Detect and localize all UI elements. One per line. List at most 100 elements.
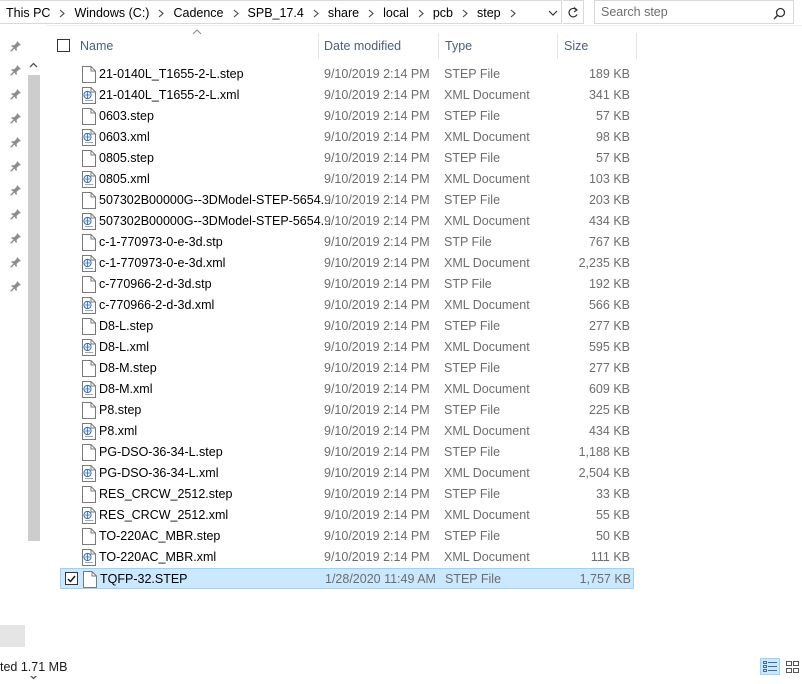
scroll-up-button[interactable] [27,58,40,72]
file-size: 111 KB [590,550,630,564]
file-name[interactable]: 0603.step [99,106,154,127]
file-name[interactable]: TQFP-32.STEP [100,569,188,590]
breadcrumb-item[interactable]: local [381,6,411,20]
file-name[interactable]: 507302B00000G--3DModel-STEP-5654... [99,211,331,232]
breadcrumb-item[interactable]: share [326,6,361,20]
file-row[interactable]: TO-220AC_MBR.xml 9/10/2019 2:14 PM XML Doc… [60,547,634,568]
file-name[interactable]: D8-M.step [99,358,157,379]
column-name[interactable]: Name [80,33,318,59]
pin-icon[interactable] [10,88,22,100]
file-row[interactable]: PG-DSO-36-34-L.xml 9/10/2019 2:14 PM XML D… [60,463,634,484]
pin-icon[interactable] [10,64,22,76]
file-row[interactable]: RES_CRCW_2512.step 9/10/2019 2:14 PM STEP … [60,484,634,505]
breadcrumb-item[interactable]: This PC [4,6,52,20]
file-row[interactable]: 0805.step 9/10/2019 2:14 PM STEP File 57 KB [60,148,634,169]
file-name[interactable]: TO-220AC_MBR.step [99,526,220,547]
file-row[interactable]: 21-0140L_T1655-2-L.xml 9/10/2019 2:14 PM X… [60,85,634,106]
search-input[interactable] [595,1,771,23]
file-row[interactable]: D8-M.step 9/10/2019 2:14 PM STEP File 277 K… [60,358,634,379]
breadcrumb-separator[interactable] [306,9,326,18]
breadcrumb-item[interactable]: Windows (C:) [72,6,151,20]
file-row[interactable]: 21-0140L_T1655-2-L.step 9/10/2019 2:14 PM… [60,64,634,85]
breadcrumb-separator[interactable] [52,9,72,18]
file-row[interactable]: P8.xml 9/10/2019 2:14 PM XML Document 434 K… [60,421,634,442]
file-row[interactable]: 0805.xml 9/10/2019 2:14 PM XML Document 103… [60,169,634,190]
file-row[interactable]: c-770966-2-d-3d.xml 9/10/2019 2:14 PM XML … [60,295,634,316]
pin-icon[interactable] [10,136,22,148]
breadcrumb-item[interactable]: pcb [431,6,455,20]
file-row[interactable]: P8.step 9/10/2019 2:14 PM STEP File 225 KB [60,400,634,421]
address-history-dropdown[interactable] [545,4,561,22]
file-icon [82,108,96,125]
file-size: 57 KB [595,109,630,123]
refresh-button[interactable] [563,0,584,24]
file-size: 192 KB [588,277,630,291]
search-box[interactable] [594,0,794,24]
file-name[interactable]: 0805.xml [99,169,150,190]
breadcrumb-item[interactable]: SPB_17.4 [246,6,306,20]
file-name[interactable]: RES_CRCW_2512.step [99,484,232,505]
file-name[interactable]: PG-DSO-36-34-L.xml [99,463,218,484]
pin-icon[interactable] [10,184,22,196]
file-row[interactable]: 0603.xml 9/10/2019 2:14 PM XML Document 98 … [60,127,634,148]
file-row[interactable]: TO-220AC_MBR.step 9/10/2019 2:14 PM STEP F… [60,526,634,547]
file-name[interactable]: 507302B00000G--3DModel-STEP-5654... [99,190,331,211]
file-row[interactable]: 0603.step 9/10/2019 2:14 PM STEP File 57 KB [60,106,634,127]
breadcrumb-separator[interactable] [151,9,171,18]
column-size[interactable]: Size [557,33,637,59]
pin-icon[interactable] [10,160,22,172]
file-name[interactable]: P8.step [99,400,141,421]
file-row[interactable]: 507302B00000G--3DModel-STEP-5654... 9/10/… [60,190,634,211]
file-name[interactable]: 21-0140L_T1655-2-L.xml [99,85,239,106]
file-row[interactable]: PG-DSO-36-34-L.step 9/10/2019 2:14 PM STEP… [60,442,634,463]
file-row[interactable]: D8-L.step 9/10/2019 2:14 PM STEP File 277 K… [60,316,634,337]
pin-icon[interactable] [10,280,22,292]
breadcrumb-item[interactable]: step [475,6,503,20]
search-button[interactable] [771,5,787,21]
navigation-scrollbar[interactable] [27,58,40,680]
breadcrumb-separator[interactable] [503,9,523,18]
pin-icon[interactable] [10,112,22,124]
file-name[interactable]: PG-DSO-36-34-L.step [99,442,223,463]
pin-icon[interactable] [10,40,22,52]
breadcrumb-separator[interactable] [361,9,381,18]
column-date-modified[interactable]: Date modified [318,33,438,59]
breadcrumb-item[interactable]: Cadence [171,6,225,20]
file-row[interactable]: c-1-770973-0-e-3d.stp 9/10/2019 2:14 PM ST… [60,232,634,253]
breadcrumb-separator[interactable] [411,9,431,18]
file-name[interactable]: c-1-770973-0-e-3d.xml [99,253,225,274]
file-name[interactable]: 21-0140L_T1655-2-L.step [99,64,244,85]
file-name[interactable]: 0603.xml [99,127,150,148]
large-icons-view-button[interactable] [782,658,802,675]
file-type: XML Document [444,256,530,270]
pin-icon[interactable] [10,232,22,244]
file-name[interactable]: D8-L.xml [99,337,149,358]
file-name[interactable]: D8-M.xml [99,379,152,400]
file-name[interactable]: D8-L.step [99,316,153,337]
file-name[interactable]: c-770966-2-d-3d.xml [99,295,214,316]
nav-item-selected[interactable] [0,625,25,647]
file-row[interactable]: D8-L.xml 9/10/2019 2:14 PM XML Document 595… [60,337,634,358]
file-name[interactable]: P8.xml [99,421,137,442]
row-checkbox[interactable] [65,572,78,585]
details-view-button[interactable] [760,658,780,675]
column-type[interactable]: Type [438,33,558,59]
file-name[interactable]: TO-220AC_MBR.xml [99,547,216,568]
pin-icon[interactable] [10,256,22,268]
file-name[interactable]: c-770966-2-d-3d.stp [99,274,212,295]
file-name[interactable]: RES_CRCW_2512.xml [99,505,228,526]
scrollbar-thumb[interactable] [28,75,40,541]
pin-icon[interactable] [10,208,22,220]
file-row[interactable]: 507302B00000G--3DModel-STEP-5654... 9/10/… [60,211,634,232]
file-name[interactable]: 0805.step [99,148,154,169]
file-row[interactable]: c-1-770973-0-e-3d.xml 9/10/2019 2:14 PM XM… [60,253,634,274]
file-name[interactable]: c-1-770973-0-e-3d.stp [99,232,223,253]
breadcrumb-separator[interactable] [455,9,475,18]
file-row[interactable]: TQFP-32.STEP 1/28/2020 11:49 AM STEP File 1… [60,568,634,589]
file-row[interactable]: c-770966-2-d-3d.stp 9/10/2019 2:14 PM STP … [60,274,634,295]
breadcrumb[interactable]: This PC Windows (C:) Cadence SPB_17.4 share l… [0,0,562,24]
breadcrumb-separator[interactable] [226,9,246,18]
file-row[interactable]: D8-M.xml 9/10/2019 2:14 PM XML Document 609… [60,379,634,400]
file-row[interactable]: RES_CRCW_2512.xml 9/10/2019 2:14 PM XML Do… [60,505,634,526]
select-all-checkbox[interactable] [57,39,70,52]
